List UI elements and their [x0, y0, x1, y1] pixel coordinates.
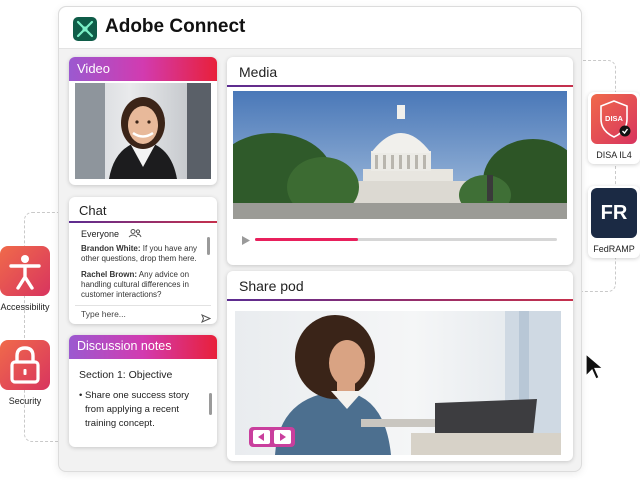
lock-icon: [10, 346, 40, 384]
chat-pod-title: Chat: [69, 197, 217, 223]
title-bar: Adobe Connect: [59, 7, 581, 49]
share-pod-title: Share pod: [227, 271, 573, 301]
notes-scrollbar[interactable]: [209, 393, 212, 415]
send-icon[interactable]: [201, 310, 212, 324]
media-pod-title: Media: [227, 57, 573, 87]
fedramp-label: FedRAMP: [593, 244, 635, 254]
fedramp-logo-icon: FR: [591, 188, 637, 238]
app-window: Adobe Connect Video Chat Everyone Brando…: [58, 6, 582, 472]
chat-message: Brandon White: If you have any other que…: [81, 244, 201, 264]
notes-pod-title: Discussion notes: [69, 335, 217, 359]
chat-pod: Chat Everyone Brandon White: If you have…: [69, 197, 217, 324]
chat-input[interactable]: Type here...: [81, 309, 126, 319]
chat-message: Rachel Brown: Any advice on handling cul…: [81, 270, 201, 300]
media-pod: Media: [227, 57, 573, 265]
notes-pod: Discussion notes Section 1: Objective • …: [69, 335, 217, 447]
adobe-connect-logo-icon: [73, 17, 97, 41]
notes-bullet: • Share one success story from applying …: [79, 389, 203, 431]
accessibility-label: Accessibility: [0, 302, 50, 312]
next-icon[interactable]: [274, 430, 291, 444]
app-title: Adobe Connect: [105, 16, 246, 37]
accessibility-icon: [9, 255, 41, 290]
chat-audience[interactable]: Everyone: [81, 229, 142, 240]
notes-bullet-text: Share one success story from applying a …: [85, 390, 190, 429]
media-progress-track[interactable]: [255, 238, 557, 241]
media-progress-fill: [255, 238, 358, 241]
chat-input-divider: [75, 305, 211, 306]
people-icon: [128, 229, 142, 240]
video-pod: Video: [69, 57, 217, 185]
chat-scrollbar[interactable]: [207, 237, 210, 255]
chat-audience-label: Everyone: [81, 229, 120, 239]
chat-sender: Rachel Brown:: [81, 270, 138, 279]
play-icon[interactable]: [241, 233, 251, 251]
chat-sender: Brandon White:: [81, 244, 141, 253]
chat-input-placeholder: Type here...: [81, 309, 126, 319]
notes-section-heading: Section 1: Objective: [79, 369, 173, 381]
video-pod-title: Video: [69, 57, 217, 81]
disa-card: DISA DISA IL4: [588, 92, 640, 164]
security-label: Security: [8, 396, 42, 406]
disa-shield-icon: DISA: [591, 94, 637, 144]
video-feed[interactable]: [75, 83, 211, 179]
share-pod: Share pod: [227, 271, 573, 461]
share-nav: [249, 427, 295, 447]
bullet-dot: •: [79, 390, 83, 401]
fedramp-logo-text: FR: [600, 202, 628, 224]
accessibility-badge: [0, 246, 50, 296]
disa-shield-text: DISA: [605, 114, 623, 123]
mouse-cursor-icon: [584, 352, 605, 385]
fedramp-card: FR FedRAMP: [588, 186, 640, 258]
previous-icon[interactable]: [253, 430, 270, 444]
security-badge: [0, 340, 50, 390]
media-video[interactable]: [233, 91, 567, 219]
disa-label: DISA IL4: [596, 150, 632, 160]
